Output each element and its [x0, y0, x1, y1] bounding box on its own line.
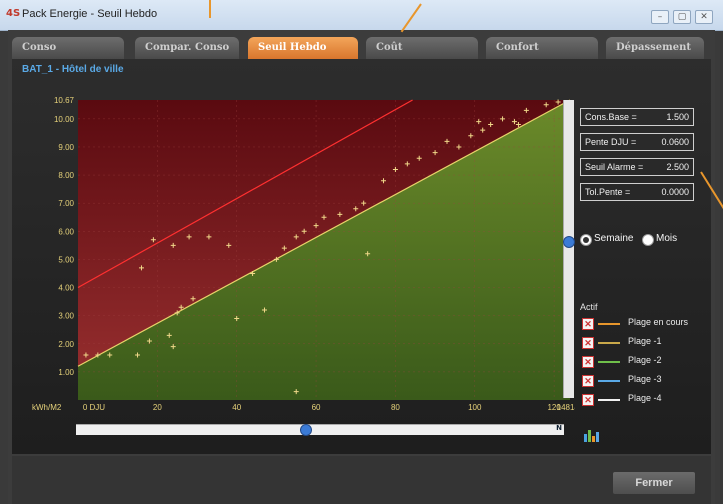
legend-item-plage-en-cours: ✕ Plage en cours — [582, 316, 702, 330]
horizontal-scroll-thumb[interactable] — [300, 424, 312, 436]
x-tick-label: 60 — [312, 403, 321, 412]
y-tick-label: 5.00 — [58, 255, 74, 264]
tol-pente-field[interactable]: Tol.Pente = 0.0000 — [580, 183, 694, 201]
legend-line-1 — [598, 342, 620, 344]
legend-line-0 — [598, 323, 620, 325]
tab-confort[interactable]: Confort — [486, 37, 598, 59]
pente-dju-label: Pente DJU = — [585, 137, 637, 147]
building-title: BAT_1 - Hôtel de ville — [22, 64, 124, 75]
legend-line-3 — [598, 380, 620, 382]
legend-line-2 — [598, 361, 620, 363]
minimize-icon[interactable]: – — [651, 10, 669, 24]
legend-item-plage-3: ✕ Plage -3 — [582, 373, 702, 387]
y-tick-label: 2.00 — [58, 340, 74, 349]
window-title: Pack Energie - Seuil Hebdo — [22, 8, 158, 20]
x-tick-label: 100 — [468, 403, 482, 412]
app-icon: 4S — [6, 8, 21, 19]
scatter-chart: 10.67 10.00 9.00 8.00 7.00 6.00 5.00 4.00 3.00 2.… — [32, 96, 584, 412]
cons-base-label: Cons.Base = — [585, 112, 637, 122]
cons-base-field[interactable]: Cons.Base = 1.500 — [580, 108, 694, 126]
close-button[interactable]: Fermer — [613, 472, 695, 494]
pente-dju-value: 0.0600 — [661, 137, 689, 147]
y-tick-label: 6.00 — [58, 227, 74, 236]
tol-pente-value: 0.0000 — [661, 187, 689, 197]
tab-depassement[interactable]: Dépassement — [606, 37, 704, 59]
chart-area: 10.67 10.00 9.00 8.00 7.00 6.00 5.00 4.00 3.00 2.… — [30, 84, 584, 424]
cons-base-value: 1.500 — [666, 112, 689, 122]
legend-toggle-3[interactable]: ✕ — [582, 375, 594, 387]
tab-compar-conso[interactable]: Compar. Conso — [135, 37, 239, 59]
x-tick-label: 0 DJU — [83, 403, 105, 412]
x-tick-label: 20 — [153, 403, 162, 412]
legend-label-0: Plage en cours — [628, 317, 689, 327]
legend-label-2: Plage -2 — [628, 355, 662, 365]
scroll-nav-text: N — [556, 424, 562, 432]
y-axis-label: kWh/M2 — [32, 403, 62, 412]
tab-seuil-hebdo[interactable]: Seuil Hebdo — [248, 37, 358, 59]
y-tick-label: 3.00 — [58, 312, 74, 321]
chart-export-icon[interactable] — [584, 428, 600, 442]
close-icon[interactable]: ✕ — [695, 10, 713, 24]
legend-item-plage-2: ✕ Plage -2 — [582, 354, 702, 368]
app-window: 4S Pack Energie - Seuil Hebdo – ▢ ✕ Cons… — [0, 0, 723, 504]
x-tick-label: 148147 — [557, 403, 575, 412]
legend-toggle-0[interactable]: ✕ — [582, 318, 594, 330]
y-tick-label: 8.00 — [58, 171, 74, 180]
y-tick-label: 4.00 — [58, 284, 74, 293]
footer-bar — [12, 456, 711, 504]
title-bar: 4S Pack Energie - Seuil Hebdo – ▢ ✕ — [0, 0, 723, 31]
maximize-icon[interactable]: ▢ — [673, 10, 691, 24]
legend-label-4: Plage -4 — [628, 393, 662, 403]
tol-pente-label: Tol.Pente = — [585, 187, 631, 197]
period-selector: Semaine Mois — [578, 232, 694, 250]
vertical-scrollbar[interactable] — [563, 100, 575, 398]
legend-label-3: Plage -3 — [628, 374, 662, 384]
legend-label-1: Plage -1 — [628, 336, 662, 346]
horizontal-scrollbar[interactable]: N — [76, 424, 564, 436]
radio-semaine-label: Semaine — [594, 233, 634, 244]
seuil-alarme-field[interactable]: Seuil Alarme = 2.500 — [580, 158, 694, 176]
legend-title: Actif — [580, 302, 598, 312]
seuil-alarme-value: 2.500 — [666, 162, 689, 172]
pente-dju-field[interactable]: Pente DJU = 0.0600 — [580, 133, 694, 151]
annotation-line-1 — [209, 0, 211, 18]
radio-mois-label: Mois — [656, 233, 678, 244]
y-tick-label: 10.67 — [54, 96, 75, 105]
legend-item-plage-4: ✕ Plage -4 — [582, 392, 702, 406]
y-tick-label: 7.00 — [58, 199, 74, 208]
radio-mois[interactable] — [642, 234, 654, 246]
legend-line-4 — [598, 399, 620, 401]
legend-toggle-1[interactable]: ✕ — [582, 337, 594, 349]
legend-item-plage-1: ✕ Plage -1 — [582, 335, 702, 349]
y-tick-label: 9.00 — [58, 143, 74, 152]
legend-toggle-2[interactable]: ✕ — [582, 356, 594, 368]
y-tick-label: 1.00 — [58, 368, 74, 377]
x-tick-label: 40 — [232, 403, 241, 412]
y-tick-label: 10.00 — [54, 115, 75, 124]
vertical-scroll-thumb[interactable] — [563, 236, 575, 248]
radio-semaine[interactable] — [580, 234, 592, 246]
seuil-alarme-label: Seuil Alarme = — [585, 162, 644, 172]
x-tick-label: 80 — [391, 403, 400, 412]
tab-conso[interactable]: Conso — [12, 37, 124, 59]
tab-cout[interactable]: Coût — [366, 37, 478, 59]
legend-toggle-4[interactable]: ✕ — [582, 394, 594, 406]
